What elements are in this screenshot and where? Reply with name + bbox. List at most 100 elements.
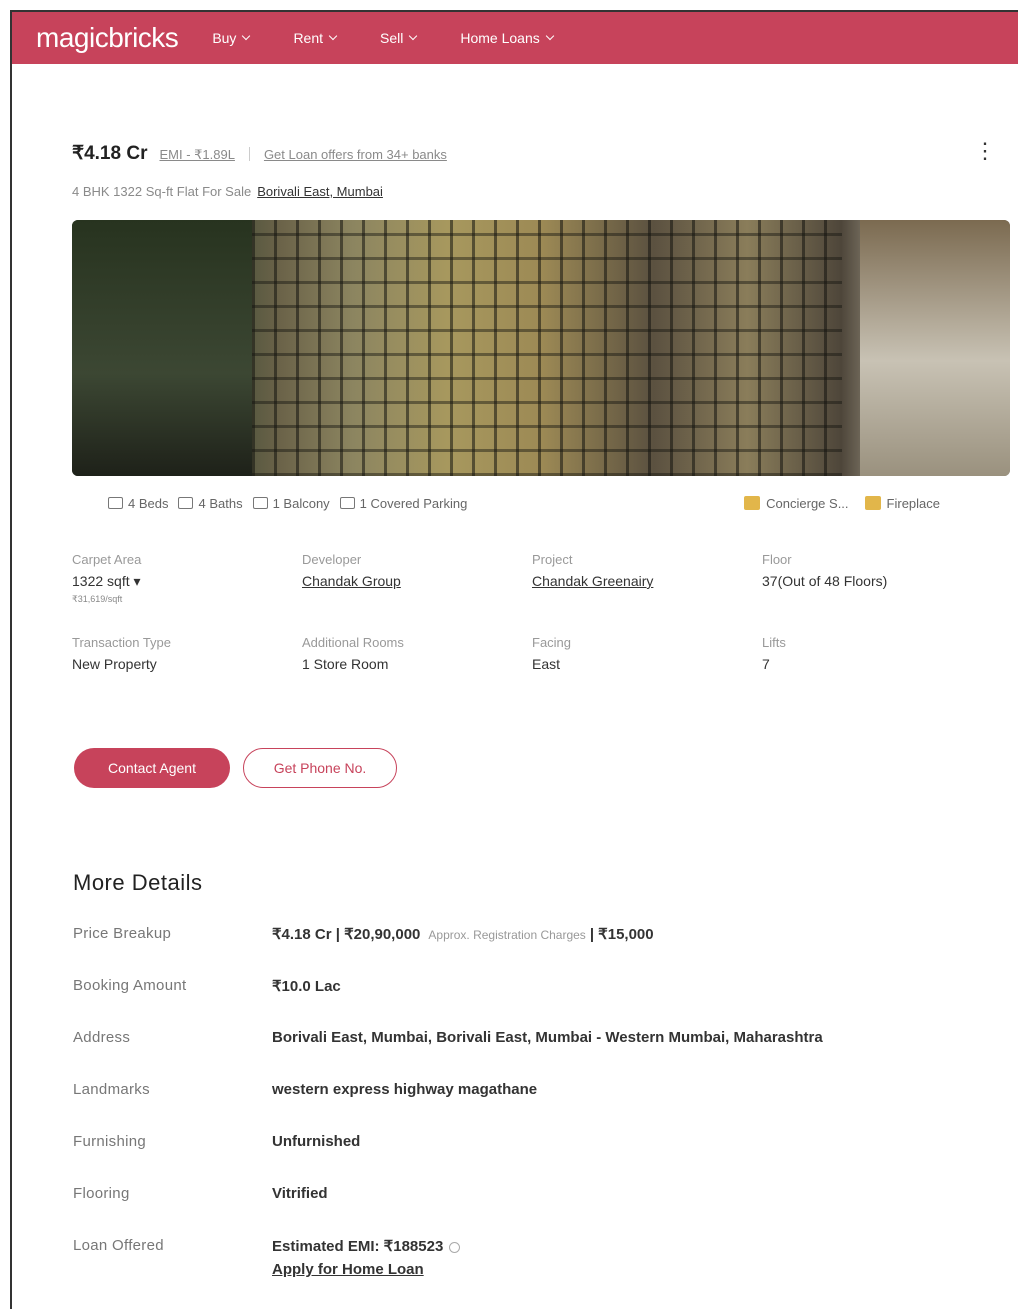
summary-label: Additional Rooms <box>302 635 404 650</box>
amenity-baths-label: 4 Baths <box>198 495 243 511</box>
summary-project: Project Chandak Greenairy <box>532 552 762 605</box>
summary-label: Developer <box>302 552 362 567</box>
amenity-beds: 4 Beds <box>108 496 168 511</box>
project-link[interactable]: Chandak Greenairy <box>532 573 762 589</box>
loan-details: Estimated EMI: ₹188523 Apply for Home Lo… <box>272 1237 461 1278</box>
nav-home-loans[interactable]: Home Loans <box>460 30 555 46</box>
nav-rent[interactable]: Rent <box>293 30 338 46</box>
amenity-fireplace-label: Fireplace <box>886 495 940 511</box>
logo[interactable]: magicbricks <box>36 22 179 54</box>
summary-label: Transaction Type <box>72 635 171 650</box>
summary-label: Floor <box>762 552 792 567</box>
detail-row-furnishing: Furnishing Unfurnished <box>73 1130 933 1182</box>
bed-icon <box>108 497 123 509</box>
landmarks-value: western express highway magathane <box>272 1081 538 1098</box>
summary-floor: Floor 37(Out of 48 Floors) <box>762 552 992 605</box>
property-photo[interactable] <box>72 220 1010 476</box>
amenity-parking: 1 Covered Parking <box>339 495 468 511</box>
chevron-down-icon <box>545 31 555 41</box>
balcony-icon <box>252 497 268 509</box>
summary-row: Transaction Type New Property Additional… <box>72 635 992 672</box>
apply-home-loan-link[interactable]: Apply for Home Loan <box>272 1261 460 1278</box>
detail-label: Flooring <box>73 1185 130 1202</box>
transaction-value: New Property <box>72 656 157 672</box>
concierge-icon <box>744 496 761 510</box>
contact-agent-button[interactable]: Contact Agent <box>74 748 230 788</box>
detail-row-address: Address Borivali East, Mumbai, Borivali … <box>73 1026 933 1078</box>
fireplace-icon <box>864 496 881 510</box>
flooring-value: Vitrified <box>272 1185 328 1202</box>
loan-offers-link[interactable]: Get Loan offers from 34+ banks <box>264 147 447 162</box>
registration-charges-value: | ₹15,000 <box>589 926 654 943</box>
photo-building <box>252 220 842 476</box>
amenity-concierge-label: Concierge S... <box>766 495 849 511</box>
top-navbar: magicbricks Buy Rent Sell Home Loans <box>12 12 1018 64</box>
amenity-balcony: 1 Balcony <box>252 496 330 511</box>
chevron-down-icon <box>242 31 251 41</box>
listing-price: ₹4.18 Cr <box>72 143 148 164</box>
detail-row-flooring: Flooring Vitrified <box>73 1182 933 1234</box>
summary-label: Project <box>532 552 573 567</box>
page-frame: magicbricks Buy Rent Sell Home Loans ₹4.… <box>10 10 1018 1309</box>
amenity-baths: 4 Baths <box>178 495 243 511</box>
photo-trees <box>72 220 252 476</box>
summary-label: Facing <box>532 635 572 650</box>
loan-emi: Estimated EMI: ₹188523 <box>272 1237 461 1255</box>
developer-link[interactable]: Chandak Group <box>302 573 532 589</box>
amenity-beds-label: 4 Beds <box>128 495 169 511</box>
summary-row: Carpet Area 1322 sqft ▾ ₹31,619/sqft Dev… <box>72 552 992 605</box>
location-link[interactable]: Borivali East, Mumbai <box>257 184 383 199</box>
detail-row-landmarks: Landmarks western express highway magath… <box>73 1078 933 1130</box>
floor-value: 37(Out of 48 Floors) <box>762 573 888 589</box>
price-per-sqft: ₹31,619/sqft <box>72 594 123 604</box>
address-value: Borivali East, Mumbai, Borivali East, Mu… <box>272 1029 823 1046</box>
detail-label: Loan Offered <box>73 1237 164 1254</box>
summary-facing: Facing East <box>532 635 762 672</box>
chevron-down-icon <box>409 31 418 41</box>
summary-lifts: Lifts 7 <box>762 635 992 672</box>
nav-buy-label: Buy <box>212 30 237 46</box>
listing-subtitle: 4 BHK 1322 Sq-ft Flat For Sale Borivali E… <box>72 184 383 199</box>
nav-buy[interactable]: Buy <box>212 30 251 46</box>
facing-value: East <box>532 656 561 672</box>
carpet-area-value: 1322 sqft <box>72 573 130 589</box>
divider <box>248 146 250 161</box>
summary-carpet-area: Carpet Area 1322 sqft ▾ ₹31,619/sqft <box>72 552 302 605</box>
get-phone-button[interactable]: Get Phone No. <box>243 748 397 788</box>
detail-label: Booking Amount <box>73 977 187 994</box>
summary-value-carpet[interactable]: 1322 sqft ▾ <box>72 573 302 590</box>
info-icon[interactable] <box>449 1241 461 1253</box>
summary-developer: Developer Chandak Group <box>302 552 532 605</box>
summary-label: Lifts <box>762 635 786 650</box>
bath-icon <box>178 497 194 509</box>
amenities-bar: 4 Beds 4 Baths 1 Balcony 1 Covered Parki… <box>92 480 990 526</box>
more-details-table: Price Breakup ₹4.18 Cr | ₹20,90,000 Appro… <box>73 922 933 1286</box>
emi-link[interactable]: EMI - ₹1.89L <box>159 147 234 163</box>
nav-rent-label: Rent <box>293 30 324 46</box>
price-breakup-value: ₹4.18 Cr | ₹20,90,000 <box>272 926 421 943</box>
nav-sell[interactable]: Sell <box>380 30 418 46</box>
booking-amount-value: ₹10.0 Lac <box>272 978 341 995</box>
car-icon <box>339 497 355 509</box>
detail-label: Price Breakup <box>73 925 172 942</box>
amenities-extra: Concierge S... Fireplace <box>728 496 940 511</box>
nav-home-loans-label: Home Loans <box>460 30 540 46</box>
lifts-value: 7 <box>762 656 770 672</box>
property-summary: Carpet Area 1322 sqft ▾ ₹31,619/sqft Dev… <box>72 552 992 672</box>
more-options-icon[interactable]: ⋮ <box>974 140 996 162</box>
detail-row-loan: Loan Offered Estimated EMI: ₹188523 Appl… <box>73 1234 933 1286</box>
detail-row-price-breakup: Price Breakup ₹4.18 Cr | ₹20,90,000 Appro… <box>73 922 933 974</box>
detail-label: Landmarks <box>73 1081 150 1098</box>
more-details-title: More Details <box>73 870 203 895</box>
detail-label: Address <box>73 1029 131 1046</box>
estimated-emi-value: Estimated EMI: ₹188523 <box>272 1238 444 1255</box>
chevron-down-icon <box>328 31 338 41</box>
registration-charges-label: Approx. Registration Charges <box>428 928 586 942</box>
chevron-down-icon: ▾ <box>133 573 141 589</box>
detail-value: ₹4.18 Cr | ₹20,90,000 Approx. Registratio… <box>272 925 654 943</box>
detail-row-booking: Booking Amount ₹10.0 Lac <box>73 974 933 1026</box>
additional-rooms-value: 1 Store Room <box>302 656 389 672</box>
nav-sell-label: Sell <box>380 30 404 46</box>
listing-subtitle-text: 4 BHK 1322 Sq-ft Flat For Sale <box>72 184 252 199</box>
amenity-parking-label: 1 Covered Parking <box>359 495 468 511</box>
